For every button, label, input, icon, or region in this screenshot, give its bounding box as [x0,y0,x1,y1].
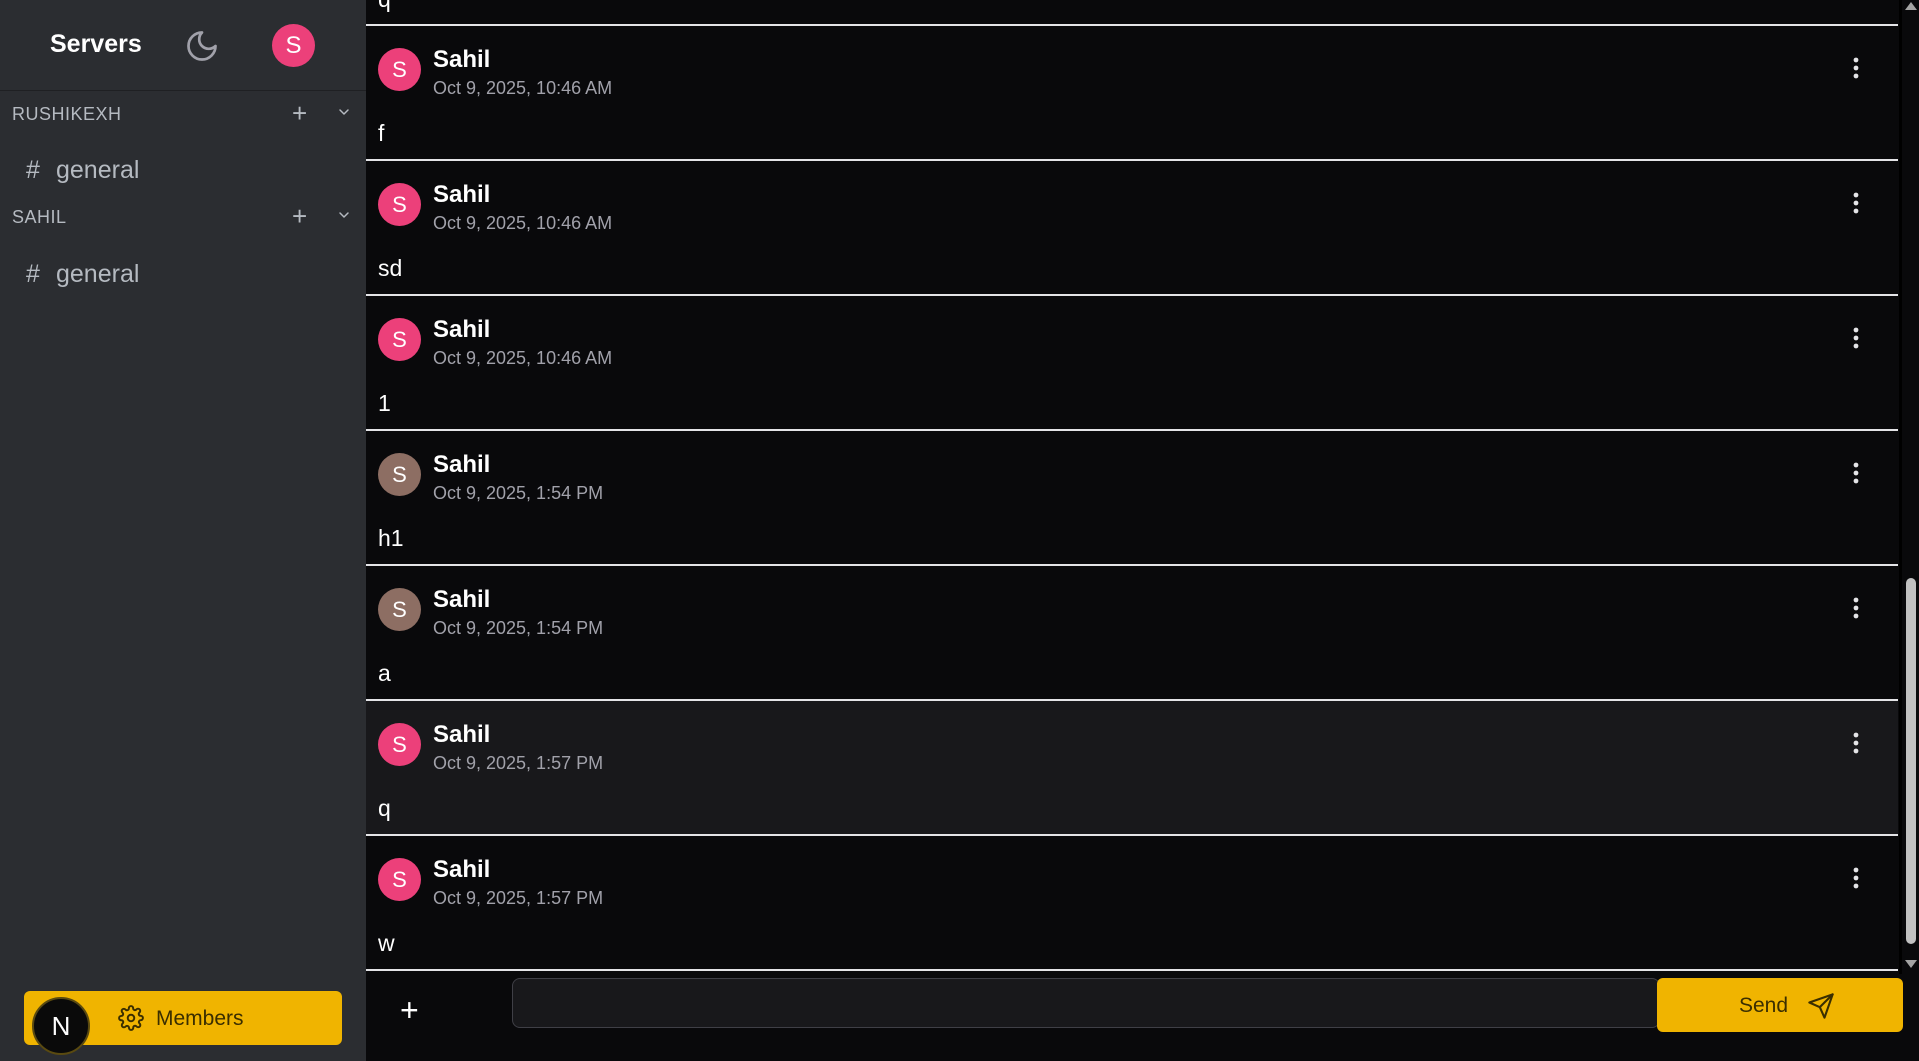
more-options-icon[interactable] [1852,731,1860,755]
channel-item-general[interactable]: # general [26,260,139,289]
scrollbar[interactable] [1902,0,1919,974]
members-label: Members [156,1007,244,1030]
avatar[interactable]: S [378,318,421,361]
message-body: f [378,120,385,146]
more-options-icon[interactable] [1852,596,1860,620]
channel-label: general [56,260,140,288]
channel-item-general[interactable]: # general [26,156,139,185]
chevron-down-icon[interactable] [336,104,352,120]
message-author[interactable]: Sahil [433,316,490,344]
message-item: S Sahil Oct 9, 2025, 1:57 PM q [366,701,1898,836]
message-timestamp: Oct 9, 2025, 1:54 PM [433,483,604,503]
chevron-down-icon[interactable] [336,207,352,223]
more-options-icon[interactable] [1852,326,1860,350]
send-label: Send [1739,994,1789,1017]
scroll-down-icon[interactable] [1905,960,1917,968]
message-item: q [366,0,1898,26]
server-name[interactable]: SAHIL [12,207,67,228]
more-options-icon[interactable] [1852,866,1860,890]
avatar[interactable]: S [378,858,421,901]
message-item: S Sahil Oct 9, 2025, 1:54 PM a [366,566,1898,701]
server-name[interactable]: RUSHIKEXH [12,104,122,125]
message-body: w [378,930,395,956]
moon-icon[interactable] [184,28,220,64]
message-body: q [378,0,391,13]
message-timestamp: Oct 9, 2025, 10:46 AM [433,348,613,368]
message-author[interactable]: Sahil [433,856,490,884]
message-author[interactable]: Sahil [433,46,490,74]
message-timestamp: Oct 9, 2025, 1:57 PM [433,888,604,908]
message-list[interactable]: q S Sahil Oct 9, 2025, 10:46 AM f S Sahil Oct … [366,0,1899,974]
hash-icon: # [26,260,40,288]
hash-icon: # [26,156,40,184]
message-timestamp: Oct 9, 2025, 1:57 PM [433,753,604,773]
avatar[interactable]: S [378,453,421,496]
sidebar-title: Servers [50,30,142,58]
more-options-icon[interactable] [1852,56,1860,80]
message-body: sd [378,255,403,281]
sidebar-header: Servers S [0,0,366,91]
avatar[interactable]: S [378,183,421,226]
message-author[interactable]: Sahil [433,721,490,749]
message-item: S Sahil Oct 9, 2025, 10:46 AM f [366,26,1898,161]
more-options-icon[interactable] [1852,461,1860,485]
message-item: S Sahil Oct 9, 2025, 1:54 PM h1 [366,431,1898,566]
message-item: S Sahil Oct 9, 2025, 1:57 PM w [366,836,1898,971]
more-options-icon[interactable] [1852,191,1860,215]
send-button[interactable]: Send [1657,978,1903,1032]
message-body: q [378,795,391,821]
message-timestamp: Oct 9, 2025, 1:54 PM [433,618,604,638]
scroll-thumb[interactable] [1906,578,1916,944]
server-sidebar: Servers S RUSHIKEXH + # general SAHIL + #… [0,0,366,1061]
message-timestamp: Oct 9, 2025, 10:46 AM [433,213,613,233]
avatar[interactable]: S [378,723,421,766]
message-body: a [378,660,391,686]
gear-icon [118,1005,144,1031]
message-author[interactable]: Sahil [433,586,490,614]
message-body: 1 [378,390,391,416]
message-body: h1 [378,525,404,551]
channel-label: general [56,156,140,184]
add-channel-icon[interactable]: + [292,201,307,232]
scroll-up-icon[interactable] [1905,2,1917,10]
message-author[interactable]: Sahil [433,451,490,479]
plus-icon[interactable]: + [400,992,419,1029]
message-item: S Sahil Oct 9, 2025, 10:46 AM 1 [366,296,1898,431]
user-avatar[interactable]: S [272,24,315,67]
message-timestamp: Oct 9, 2025, 10:46 AM [433,78,613,98]
message-author[interactable]: Sahil [433,181,490,209]
avatar[interactable]: S [378,588,421,631]
avatar[interactable]: S [378,48,421,91]
message-item: S Sahil Oct 9, 2025, 10:46 AM sd [366,161,1898,296]
send-icon [1808,993,1834,1019]
add-channel-icon[interactable]: + [292,98,307,129]
next-dev-badge[interactable]: N [32,997,90,1055]
message-input[interactable] [512,978,1660,1028]
message-composer: + Send [366,974,1919,1061]
